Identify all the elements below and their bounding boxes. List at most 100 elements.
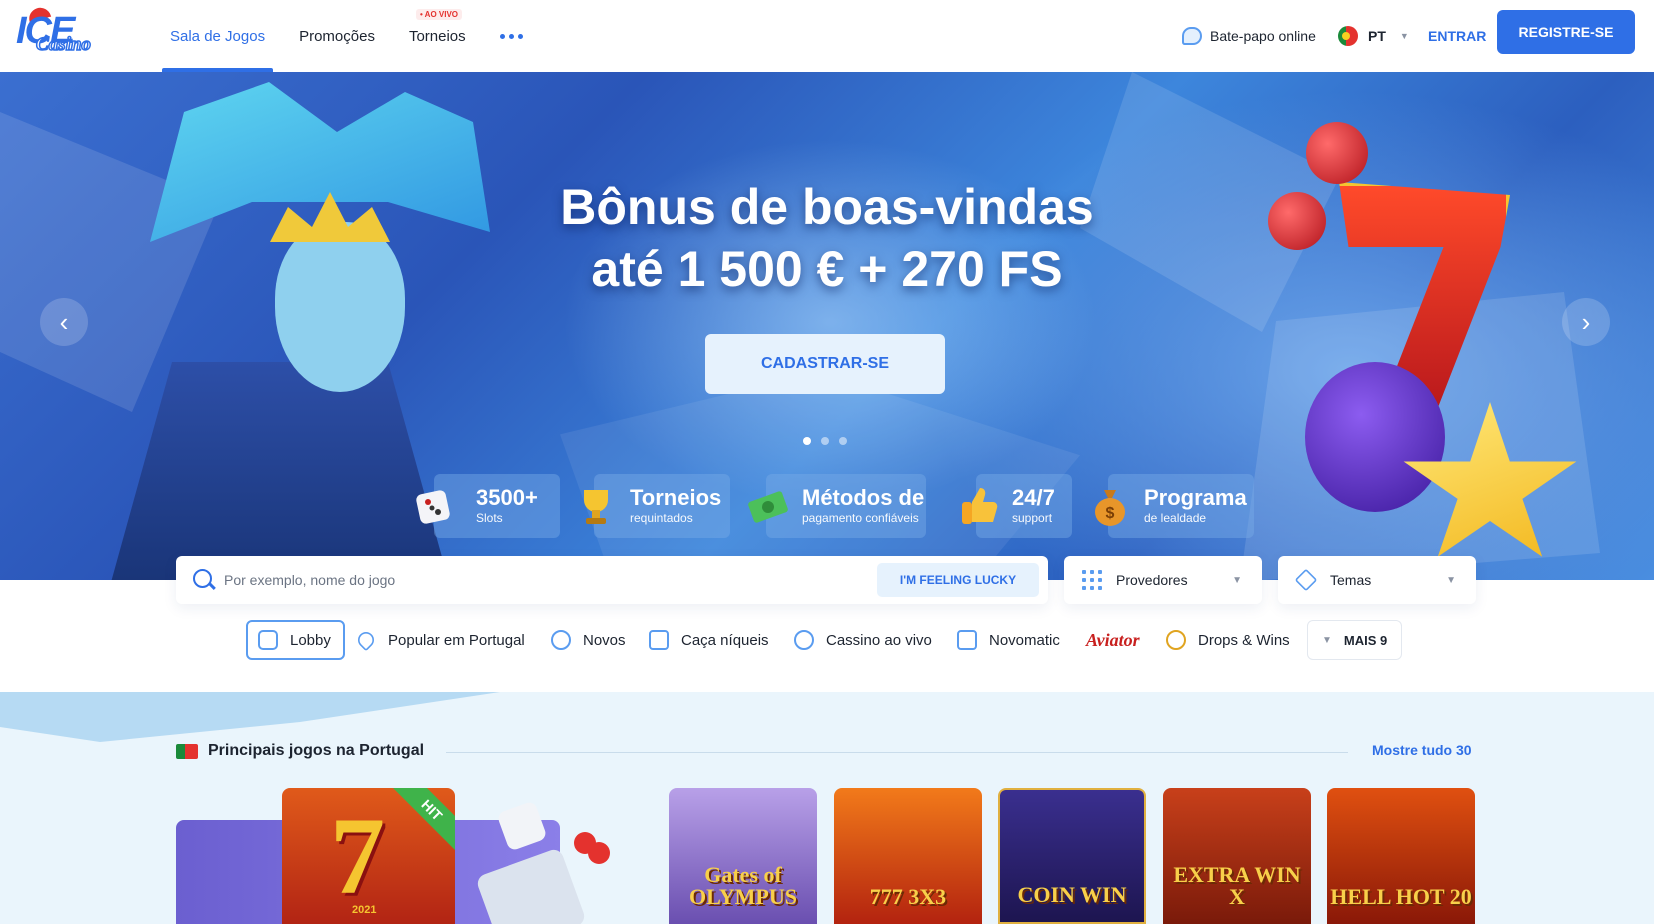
featured-year: 2021: [352, 904, 377, 916]
login-button[interactable]: ENTRAR: [1428, 20, 1486, 52]
game-card-777-3x3[interactable]: 777 3X3: [834, 788, 982, 924]
section-divider: [446, 752, 1348, 753]
feature-subtitle: requintados: [630, 511, 693, 525]
show-all-link[interactable]: Mostre tudo 30: [1372, 742, 1472, 758]
hero-title-line1: Bônus de boas-vindas: [560, 179, 1094, 235]
carousel-dot[interactable]: [803, 437, 811, 445]
carousel-prev-button[interactable]: ‹: [40, 298, 88, 346]
category-label: Drops & Wins: [1198, 631, 1290, 649]
category-label: Novomatic: [989, 631, 1060, 649]
online-chat-button[interactable]: Bate-papo online: [1182, 20, 1316, 52]
cube-icon: [1294, 568, 1318, 592]
carousel-next-button[interactable]: ›: [1562, 298, 1610, 346]
live-casino-icon: [794, 630, 814, 650]
cherry-icon: [1306, 122, 1368, 184]
chat-bubble-icon: [1182, 27, 1202, 45]
chat-label: Bate-papo online: [1210, 28, 1316, 44]
category-novomatic[interactable]: Novomatic: [957, 620, 1060, 660]
chevron-left-icon: ‹: [59, 306, 69, 337]
slot-icon: [649, 630, 669, 650]
game-title: EXTRA WIN X: [1173, 862, 1301, 909]
nav-item-tournaments[interactable]: • AO VIVO Torneios: [401, 0, 474, 72]
chevron-down-icon: ▼: [1232, 574, 1242, 586]
feature-title: 3500+: [476, 485, 538, 510]
category-label: Novos: [583, 631, 626, 649]
ice-decoration: [0, 692, 500, 742]
more-menu-button[interactable]: [492, 0, 531, 72]
game-title: HELL HOT 20: [1330, 884, 1472, 909]
game-card-hell-hot-20[interactable]: HELL HOT 20: [1327, 788, 1475, 924]
feature-title: 24/7: [1012, 485, 1055, 510]
category-label: Caça níqueis: [681, 631, 769, 649]
top-games-section: Principais jogos na Portugal Mostre tudo…: [0, 692, 1654, 924]
game-card-extra-win-x[interactable]: EXTRA WIN X: [1163, 788, 1311, 924]
carousel-dot[interactable]: [821, 437, 829, 445]
category-lobby[interactable]: Lobby: [246, 620, 345, 660]
feature-support: 24/7 support: [962, 474, 1072, 538]
providers-dropdown[interactable]: Provedores ▼: [1064, 556, 1262, 604]
ice-queen-dress: [100, 362, 460, 580]
search-icon: [193, 569, 212, 588]
chevron-down-icon: ▼: [1322, 634, 1332, 646]
hit-badge: HIT: [391, 788, 455, 851]
feature-title: Programa: [1144, 485, 1247, 510]
heart-icon: [354, 628, 378, 652]
feature-subtitle: pagamento confiáveis: [802, 511, 919, 525]
plum-icon: [1305, 362, 1445, 512]
hero-title-line2: até 1 500 € + 270 FS: [591, 241, 1063, 297]
category-drops-wins[interactable]: Drops & Wins: [1166, 620, 1290, 660]
hero-title: Bônus de boas-vindas até 1 500 € + 270 F…: [0, 176, 1654, 300]
language-selector[interactable]: PT ▼: [1338, 20, 1409, 52]
chevron-down-icon: ▼: [1446, 574, 1456, 586]
signup-cta-button[interactable]: CADASTRAR-SE: [705, 334, 945, 394]
category-popular[interactable]: Popular em Portugal: [354, 620, 525, 660]
nav-item-game-room[interactable]: Sala de Jogos: [162, 0, 274, 72]
category-slots[interactable]: Caça níqueis: [649, 620, 769, 660]
search-input[interactable]: [224, 566, 844, 594]
top-header: ICE Casino Sala de Jogos Promoções • AO …: [0, 0, 1654, 72]
nav-item-promotions[interactable]: Promoções: [291, 0, 383, 72]
category-label: Lobby: [290, 631, 331, 649]
game-card-coin-win[interactable]: COIN WIN: [998, 788, 1146, 924]
category-aviator[interactable]: Aviator: [1086, 620, 1140, 660]
category-label: Cassino ao vivo: [826, 631, 932, 649]
feeling-lucky-button[interactable]: I'M FEELING LUCKY: [877, 563, 1039, 597]
seven-symbol: 7: [330, 795, 385, 917]
category-live-casino[interactable]: Cassino ao vivo: [794, 620, 932, 660]
portugal-flag-icon: [176, 743, 198, 759]
category-new[interactable]: Novos: [551, 620, 626, 660]
feature-subtitle: Slots: [476, 511, 503, 525]
language-code: PT: [1368, 28, 1386, 44]
themes-dropdown[interactable]: Temas ▼: [1278, 556, 1476, 604]
carousel-dot[interactable]: [839, 437, 847, 445]
hero-banner: Bônus de boas-vindas até 1 500 € + 270 F…: [0, 72, 1654, 580]
dropdown-label: Temas: [1330, 572, 1372, 588]
feature-title: Torneios: [630, 485, 722, 510]
section-title: Principais jogos na Portugal: [176, 742, 424, 760]
register-button[interactable]: REGISTRE-SE: [1497, 10, 1635, 54]
new-icon: [551, 630, 571, 650]
logo-subtext: Casino: [35, 33, 91, 56]
main-nav: Sala de Jogos Promoções • AO VIVO Tornei…: [162, 0, 549, 72]
aviator-logo: Aviator: [1086, 629, 1140, 650]
feature-subtitle: de lealdade: [1144, 511, 1207, 525]
carousel-dots: [803, 437, 847, 445]
nav-label: Promoções: [299, 27, 375, 45]
chevron-down-icon: ▼: [1399, 31, 1409, 41]
category-label: MAIS 9: [1343, 632, 1388, 648]
ice-casino-logo[interactable]: ICE Casino: [16, 4, 98, 58]
more-categories-button[interactable]: ▼ MAIS 9: [1307, 620, 1403, 660]
money-bag-icon: $: [1095, 490, 1125, 526]
cherry-icon: [574, 832, 596, 854]
lobby-icon: [258, 630, 278, 650]
game-title: COIN WIN: [1017, 882, 1127, 907]
featured-game-card[interactable]: 7 HIT 2021: [282, 788, 455, 924]
feature-tournaments: Torneios requintados: [584, 474, 730, 538]
game-title: 777 3X3: [869, 884, 947, 909]
category-label: Popular em Portugal: [388, 631, 525, 649]
game-search-bar: I'M FEELING LUCKY: [176, 556, 1048, 604]
feature-loyalty: $ Programa de lealdade: [1095, 474, 1254, 538]
game-card-gates-of-olympus[interactable]: Gates of OLYMPUS: [669, 788, 817, 924]
feature-title: Métodos de: [802, 485, 925, 510]
money-icon: [748, 491, 788, 523]
